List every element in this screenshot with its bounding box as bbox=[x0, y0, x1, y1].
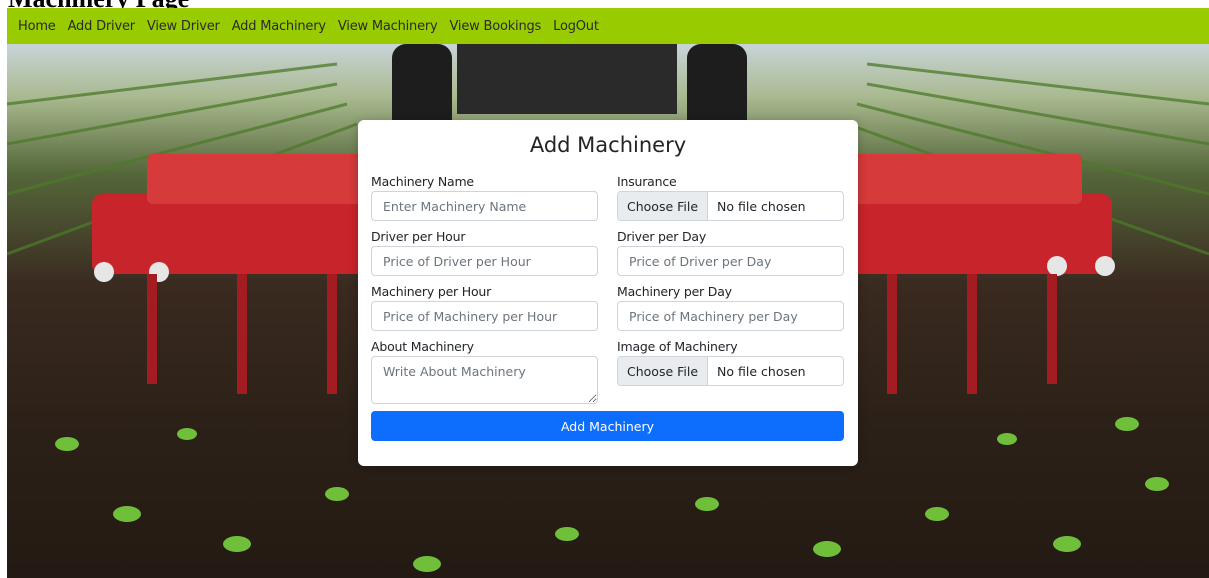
about-machinery-label: About Machinery bbox=[371, 339, 474, 354]
insurance-file-status: No file chosen bbox=[717, 198, 806, 214]
machinery-per-hour-label: Machinery per Hour bbox=[371, 284, 492, 299]
page-heading: Machinery Page bbox=[8, 0, 189, 8]
machinery-name-input[interactable] bbox=[371, 191, 598, 221]
about-machinery-textarea[interactable] bbox=[371, 356, 598, 404]
form-title: Add Machinery bbox=[529, 133, 687, 157]
insurance-file-input[interactable]: Choose File No file chosen bbox=[617, 191, 844, 221]
image-file-status: No file chosen bbox=[717, 363, 806, 379]
driver-per-hour-label: Driver per Hour bbox=[371, 229, 466, 244]
insurance-choose-file-button[interactable]: Choose File bbox=[618, 192, 709, 220]
image-of-machinery-label: Image of Machinery bbox=[617, 339, 738, 354]
machinery-per-hour-input[interactable] bbox=[371, 301, 598, 331]
insurance-label: Insurance bbox=[617, 174, 677, 189]
nav-view-bookings[interactable]: View Bookings bbox=[450, 19, 542, 34]
nav-logout[interactable]: LogOut bbox=[553, 19, 599, 34]
image-choose-file-button[interactable]: Choose File bbox=[618, 357, 709, 385]
nav-view-machinery[interactable]: View Machinery bbox=[338, 19, 438, 34]
driver-per-day-input[interactable] bbox=[617, 246, 844, 276]
nav-add-driver[interactable]: Add Driver bbox=[68, 19, 136, 34]
add-machinery-card: Add Machinery Machinery Name Insurance C… bbox=[358, 120, 858, 466]
image-file-input[interactable]: Choose File No file chosen bbox=[617, 356, 844, 386]
nav-home[interactable]: Home bbox=[18, 19, 56, 34]
add-machinery-button[interactable]: Add Machinery bbox=[371, 411, 844, 441]
driver-per-hour-input[interactable] bbox=[371, 246, 598, 276]
nav-view-driver[interactable]: View Driver bbox=[147, 19, 220, 34]
machinery-per-day-input[interactable] bbox=[617, 301, 844, 331]
machinery-per-day-label: Machinery per Day bbox=[617, 284, 732, 299]
machinery-name-label: Machinery Name bbox=[371, 174, 474, 189]
nav-add-machinery[interactable]: Add Machinery bbox=[232, 19, 326, 34]
driver-per-day-label: Driver per Day bbox=[617, 229, 707, 244]
top-navbar: Home Add Driver View Driver Add Machiner… bbox=[7, 8, 1209, 44]
